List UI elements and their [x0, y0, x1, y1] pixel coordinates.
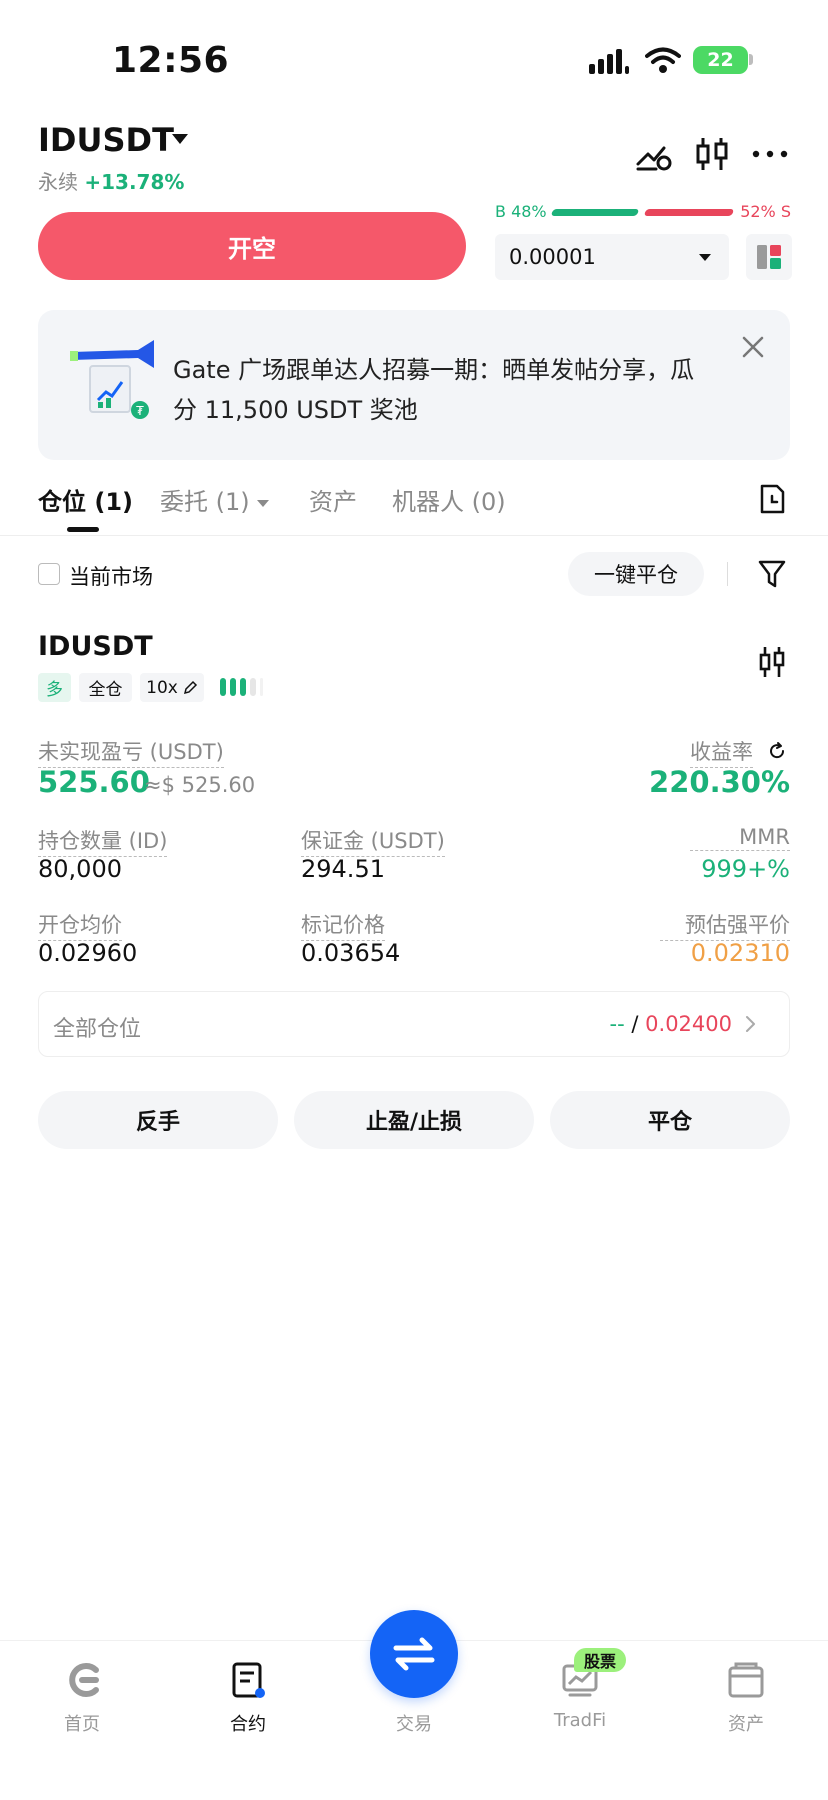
tab-label: 资产 — [309, 488, 357, 516]
nav-assets-label[interactable]: 资产 — [686, 1710, 806, 1736]
signal-icon — [589, 49, 629, 74]
chevron-down-icon — [257, 499, 270, 507]
close-position-button[interactable]: 平仓 — [550, 1091, 790, 1149]
battery-indicator: 22 — [693, 46, 748, 74]
refresh-icon[interactable] — [767, 741, 787, 761]
wifi-icon — [645, 47, 681, 73]
entry-price-value: 0.02960 — [38, 939, 138, 967]
nav-contract-label[interactable]: 合约 — [188, 1710, 308, 1736]
wallet-icon[interactable] — [686, 1660, 806, 1700]
contract-type: 永续 — [38, 170, 78, 194]
tpsl-values: -- / 0.02400 — [609, 1012, 732, 1036]
open-short-button[interactable]: 开空 — [38, 212, 466, 280]
price-step-value: 0.00001 — [509, 245, 596, 269]
tab-count: (0) — [471, 488, 506, 516]
more-icon[interactable] — [750, 134, 790, 174]
tab-assets[interactable]: 资产 — [309, 482, 357, 517]
candlestick-icon[interactable] — [756, 644, 788, 680]
margin-mode-badge[interactable]: 全仓 — [79, 673, 132, 702]
price-step-select[interactable]: 0.00001 — [495, 234, 729, 280]
unrealized-pnl-usd: ≈$ 525.60 — [144, 773, 256, 797]
close-all-button[interactable]: 一键平仓 — [568, 552, 704, 596]
tab-bots[interactable]: 机器人 (0) — [392, 482, 506, 517]
size-label: 持仓数量 (ID) — [38, 825, 168, 857]
margin-label: 保证金 (USDT) — [301, 825, 445, 857]
candlestick-icon[interactable] — [692, 134, 732, 174]
megaphone-icon: ₮ — [70, 340, 154, 419]
nav-home-label[interactable]: 首页 — [22, 1710, 142, 1736]
current-market-checkbox[interactable] — [38, 563, 60, 585]
stock-badge: 股票 — [574, 1648, 626, 1672]
size-value: 80,000 — [38, 855, 122, 883]
leverage-badge[interactable]: 10x — [140, 673, 204, 702]
position-symbol[interactable]: IDUSDT — [38, 631, 153, 662]
risk-bar-3 — [240, 678, 246, 696]
buy-ratio-bar — [550, 209, 640, 216]
tab-orders[interactable]: 委托 (1) — [160, 482, 270, 517]
leverage-value: 10x — [146, 677, 178, 698]
buy-ratio: B 48% — [495, 202, 547, 221]
status-time: 12:56 — [112, 40, 230, 81]
liq-price-label: 预估强平价 — [660, 909, 790, 941]
risk-bar-5 — [260, 678, 263, 696]
unrealized-pnl-value: 525.60 — [38, 765, 150, 799]
mark-price-label: 标记价格 — [301, 909, 385, 941]
risk-bar-2 — [230, 678, 236, 696]
swap-icon — [393, 1637, 435, 1671]
battery-tip — [749, 54, 753, 65]
orderbook-layout-button[interactable] — [746, 234, 792, 280]
tabs-divider — [0, 535, 828, 536]
liq-price-value: 0.02310 — [690, 939, 790, 967]
mark-price-value: 0.03654 — [301, 939, 401, 967]
tab-count: (1) — [94, 488, 133, 516]
roe-label: 收益率 — [690, 736, 753, 768]
tab-label: 委托 — [160, 488, 208, 516]
tab-label: 机器人 — [392, 488, 464, 516]
close-icon[interactable] — [740, 334, 766, 360]
unrealized-pnl-label: 未实现盈亏 (USDT) — [38, 736, 224, 768]
home-icon[interactable] — [22, 1660, 142, 1700]
tab-positions[interactable]: 仓位 (1) — [38, 482, 133, 517]
tpsl-button[interactable]: 止盈/止损 — [294, 1091, 534, 1149]
trade-button[interactable] — [370, 1610, 458, 1698]
stop-loss-value: 0.02400 — [645, 1012, 732, 1036]
active-tab-indicator — [67, 527, 99, 532]
margin-value: 294.51 — [301, 855, 385, 883]
mmr-value: 999+% — [701, 855, 790, 883]
mmr-label: MMR — [690, 825, 790, 851]
nav-trade-label[interactable]: 交易 — [354, 1710, 474, 1736]
buy-sell-ratio: B 48% 52% S — [495, 202, 791, 224]
entry-price-label: 开仓均价 — [38, 909, 122, 941]
chevron-down-icon — [699, 254, 711, 261]
price-alert-icon[interactable] — [634, 134, 674, 174]
filter-icon[interactable] — [757, 558, 787, 590]
risk-bar-4 — [250, 678, 256, 696]
sell-ratio-bar — [643, 209, 735, 216]
edit-icon — [183, 680, 197, 694]
pair-title[interactable]: IDUSDT — [38, 121, 174, 159]
history-document-icon[interactable] — [757, 483, 787, 515]
side-badge: 多 — [38, 673, 71, 702]
svg-text:₮: ₮ — [136, 404, 144, 418]
tab-label: 仓位 — [38, 488, 86, 516]
pair-dropdown-icon[interactable] — [172, 134, 188, 144]
price-change: +13.78% — [84, 170, 185, 194]
chevron-right-icon — [746, 1016, 755, 1032]
roe-value: 220.30% — [649, 765, 790, 799]
nav-tradfi-label[interactable]: TradFi — [520, 1710, 640, 1731]
divider — [727, 562, 728, 586]
tab-count: (1) — [215, 488, 250, 516]
all-positions-label: 全部仓位 — [53, 1017, 142, 1042]
current-market-label[interactable]: 当前市场 — [69, 561, 153, 591]
risk-bar-1 — [220, 678, 226, 696]
layout-icon — [757, 245, 781, 269]
contract-icon[interactable] — [188, 1660, 308, 1700]
take-profit-value: -- — [609, 1012, 625, 1036]
reverse-button[interactable]: 反手 — [38, 1091, 278, 1149]
banner-text[interactable]: Gate 广场跟单达人招募一期：晒单发帖分享，瓜分 11,500 USDT 奖池 — [173, 350, 713, 430]
sell-ratio: 52% S — [740, 202, 791, 221]
pair-subtitle: 永续 +13.78% — [38, 166, 184, 195]
